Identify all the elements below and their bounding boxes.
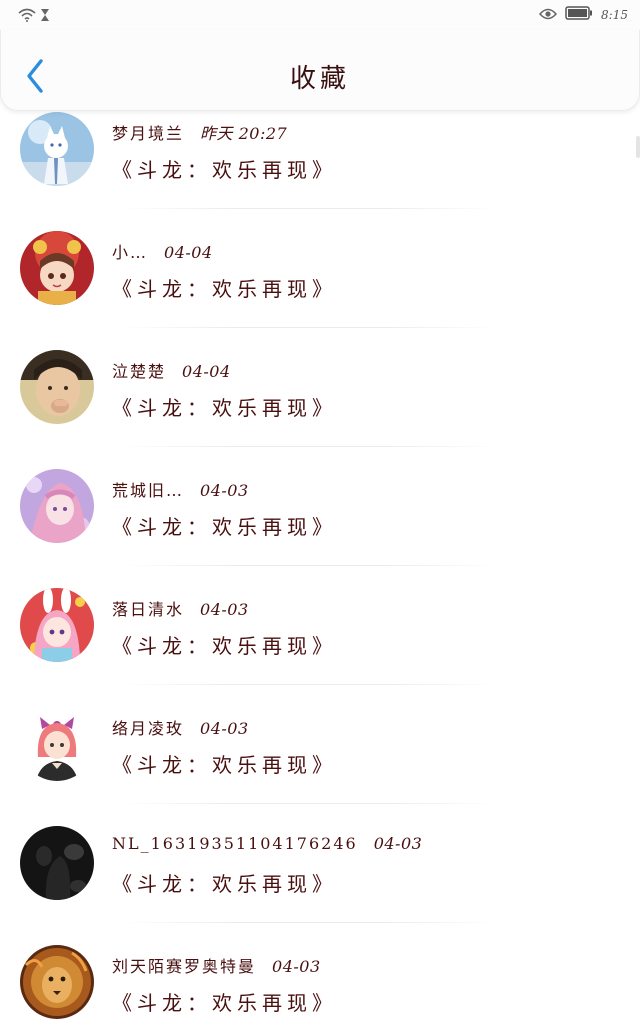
item-time: 04-03	[200, 600, 249, 619]
author-name: NL_16319351104176246	[112, 834, 358, 853]
author-name: 梦月境兰	[112, 124, 185, 143]
status-left-icons	[18, 7, 50, 26]
status-bar: 8:15	[0, 0, 640, 30]
avatar-lion[interactable]	[20, 945, 94, 1019]
list-item[interactable]: 落日清水 04-03 《斗龙：欢乐再现》	[0, 586, 640, 705]
item-title: 《斗龙：欢乐再现》	[112, 991, 337, 1015]
eye-icon	[539, 5, 558, 24]
author-name: 刘天陌赛罗奥特曼	[112, 957, 257, 976]
page-title: 收藏	[289, 64, 350, 94]
list-item[interactable]: NL_16319351104176246 04-03 《斗龙：欢乐再现》	[0, 824, 640, 943]
divider	[120, 327, 500, 328]
avatar-purple-anime-girl[interactable]	[20, 469, 94, 543]
item-title: 《斗龙：欢乐再现》	[112, 872, 337, 896]
list-item[interactable]: 荒城旧… 04-03 《斗龙：欢乐再现》	[0, 467, 640, 586]
favorites-list: 梦月境兰 昨天 20:27 《斗龙：欢乐再现》 小… 04-04 《斗龙：欢乐再现》	[0, 110, 640, 1024]
avatar-dark-silhouette[interactable]	[20, 826, 94, 900]
item-meta: 荒城旧… 04-03	[112, 477, 249, 501]
item-time: 04-03	[272, 957, 321, 976]
divider	[120, 922, 500, 923]
item-time: 04-04	[164, 243, 213, 262]
list-item[interactable]: 梦月境兰 昨天 20:27 《斗龙：欢乐再现》	[0, 110, 640, 229]
avatar-photo-girl[interactable]	[20, 350, 94, 424]
author-name: 落日清水	[112, 600, 185, 619]
divider	[120, 565, 500, 566]
item-title: 《斗龙：欢乐再现》	[112, 396, 337, 420]
author-name: 小…	[112, 243, 149, 262]
battery-icon	[565, 5, 593, 24]
item-title: 《斗龙：欢乐再现》	[112, 634, 337, 658]
item-meta: 小… 04-04	[112, 239, 213, 263]
author-name: 荒城旧…	[112, 481, 185, 500]
divider	[120, 803, 500, 804]
list-item[interactable]: 刘天陌赛罗奥特曼 04-03 《斗龙：欢乐再现》	[0, 943, 640, 1024]
list-item[interactable]: 小… 04-04 《斗龙：欢乐再现》	[0, 229, 640, 348]
author-name: 络月凌玫	[112, 719, 185, 738]
list-item[interactable]: 泣楚楚 04-04 《斗龙：欢乐再现》	[0, 348, 640, 467]
clock: 8:15	[601, 7, 628, 22]
author-name: 泣楚楚	[112, 362, 167, 381]
header-bar: 收藏	[0, 30, 640, 111]
item-meta: 刘天陌赛罗奥特曼 04-03	[112, 953, 321, 977]
list-item[interactable]: 络月凌玫 04-03 《斗龙：欢乐再现》	[0, 705, 640, 824]
wifi-icon	[18, 7, 36, 26]
hourglass-icon	[40, 7, 50, 26]
item-time: 04-04	[182, 362, 231, 381]
divider	[120, 684, 500, 685]
item-title: 《斗龙：欢乐再现》	[112, 158, 337, 182]
item-time: 昨天 20:27	[200, 124, 288, 143]
item-meta: 落日清水 04-03	[112, 596, 249, 620]
avatar-white-cat-character[interactable]	[20, 112, 94, 186]
item-time: 04-03	[200, 481, 249, 500]
avatar-lion-dance-girl[interactable]	[20, 231, 94, 305]
item-time: 04-03	[200, 719, 249, 738]
item-meta: NL_16319351104176246 04-03	[112, 834, 422, 853]
divider	[120, 208, 500, 209]
avatar-pink-hair-chibi[interactable]	[20, 707, 94, 781]
item-title: 《斗龙：欢乐再现》	[112, 515, 337, 539]
status-right-icons: 8:15	[539, 5, 628, 24]
item-time: 04-03	[373, 834, 423, 853]
item-meta: 络月凌玫 04-03	[112, 715, 249, 739]
item-meta: 泣楚楚 04-04	[112, 358, 231, 382]
avatar-bunny-ears-girl[interactable]	[20, 588, 94, 662]
item-meta: 梦月境兰 昨天 20:27	[112, 120, 287, 144]
item-title: 《斗龙：欢乐再现》	[112, 753, 337, 777]
divider	[120, 446, 500, 447]
item-title: 《斗龙：欢乐再现》	[112, 277, 337, 301]
